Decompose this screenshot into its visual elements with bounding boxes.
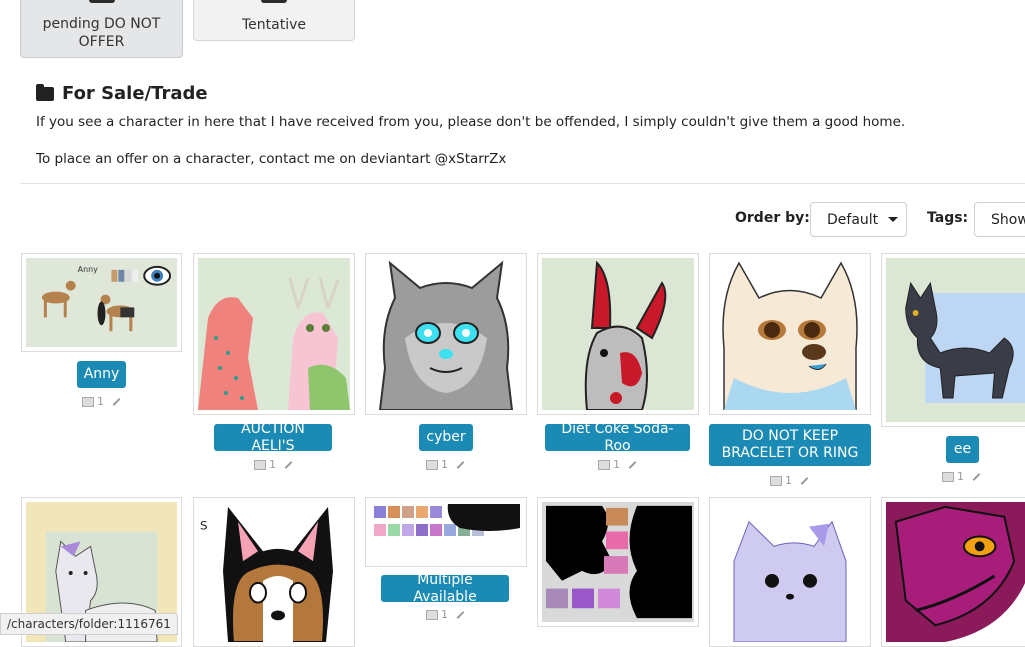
pencil-icon[interactable] — [972, 472, 981, 481]
folder-tile-label: Tentative — [241, 17, 306, 33]
character-thumbnail[interactable]: S — [193, 497, 355, 647]
character-thumbnail[interactable] — [881, 497, 1025, 647]
character-thumbnail[interactable] — [537, 497, 699, 627]
character-image — [886, 258, 1025, 422]
image-count: 1 — [441, 608, 448, 621]
folder-tile-tentative[interactable]: Tentative — [193, 0, 355, 41]
pencil-icon[interactable] — [112, 397, 121, 406]
folder-tile-label: pending DO NOT OFFER — [42, 16, 161, 50]
order-by-select[interactable]: Default — [810, 202, 907, 237]
svg-text:Anny: Anny — [78, 265, 98, 274]
pencil-icon[interactable] — [284, 460, 293, 469]
character-thumbnail-cyber[interactable] — [365, 253, 527, 415]
image-count: 1 — [613, 458, 620, 471]
character-image — [542, 502, 694, 622]
pencil-icon[interactable] — [456, 460, 465, 469]
character-name-button[interactable]: Anny — [77, 361, 126, 388]
image-icon — [942, 471, 954, 482]
folder-tile-pending[interactable]: pending DO NOT OFFER — [20, 0, 183, 58]
character-thumbnail-ee[interactable] — [881, 253, 1025, 427]
character-image — [714, 258, 866, 411]
caret-down-icon — [888, 217, 899, 222]
character-image — [370, 502, 522, 562]
folder-icon — [36, 83, 54, 101]
image-icon — [82, 396, 94, 407]
folder-title: For Sale/Trade — [62, 83, 208, 104]
character-meta: 1 — [770, 474, 809, 487]
folder-description: If you see a character in here that I ha… — [36, 114, 906, 130]
character-name-button[interactable]: ee — [946, 436, 979, 463]
character-image — [542, 258, 694, 411]
character-thumbnail-multiple[interactable] — [365, 497, 527, 567]
tags-select[interactable]: Show — [974, 202, 1025, 237]
character-meta: 1 — [254, 458, 293, 471]
status-bar-url: /characters/folder:1116761 — [0, 613, 178, 635]
image-count: 1 — [441, 458, 448, 471]
character-image: S — [198, 502, 350, 643]
divider — [20, 183, 1025, 184]
image-icon — [770, 475, 782, 486]
character-meta: 1 — [426, 458, 465, 471]
character-image — [198, 258, 350, 410]
order-by-value: Default — [827, 211, 879, 228]
svg-text:S: S — [200, 519, 208, 533]
character-thumbnail-aelis[interactable] — [193, 253, 355, 415]
folder-icon — [88, 0, 115, 3]
character-image — [714, 502, 866, 643]
pencil-icon[interactable] — [800, 476, 809, 485]
character-thumbnail[interactable] — [709, 497, 871, 647]
tags-label: Tags: — [927, 210, 969, 226]
character-name-button[interactable]: cyber — [419, 424, 473, 451]
pencil-icon[interactable] — [456, 610, 465, 619]
folder-icon — [261, 0, 287, 3]
character-name-button[interactable]: DO NOT KEEP BRACELET OR RING — [709, 424, 871, 466]
character-image: Anny — [26, 258, 177, 347]
character-thumbnail-anny[interactable]: Anny — [21, 253, 182, 352]
character-thumbnail-diet-coke[interactable] — [537, 253, 699, 415]
character-name-button[interactable]: Multiple Available — [381, 572, 509, 605]
character-image — [886, 502, 1025, 642]
character-name-button[interactable]: AUCTION AELI'S — [214, 421, 332, 454]
image-icon — [598, 459, 610, 470]
character-meta: 1 — [426, 608, 465, 621]
image-count: 1 — [97, 395, 104, 408]
character-meta: 1 — [598, 458, 637, 471]
image-count: 1 — [957, 470, 964, 483]
image-icon — [426, 459, 438, 470]
image-count: 1 — [269, 458, 276, 471]
image-icon — [254, 459, 266, 470]
tags-value: Show — [991, 211, 1025, 228]
image-icon — [426, 609, 438, 620]
character-image — [370, 258, 522, 411]
image-count: 1 — [785, 474, 792, 487]
pencil-icon[interactable] — [628, 460, 637, 469]
folder-heading: For Sale/Trade — [36, 83, 208, 104]
character-thumbnail-do-not-keep[interactable] — [709, 253, 871, 415]
folder-description: To place an offer on a character, contac… — [36, 151, 507, 167]
character-meta: 1 — [942, 470, 981, 483]
character-meta: 1 — [82, 395, 121, 408]
order-by-label: Order by: — [735, 210, 810, 226]
character-name-button[interactable]: Diet Coke Soda-Roo — [545, 421, 690, 454]
